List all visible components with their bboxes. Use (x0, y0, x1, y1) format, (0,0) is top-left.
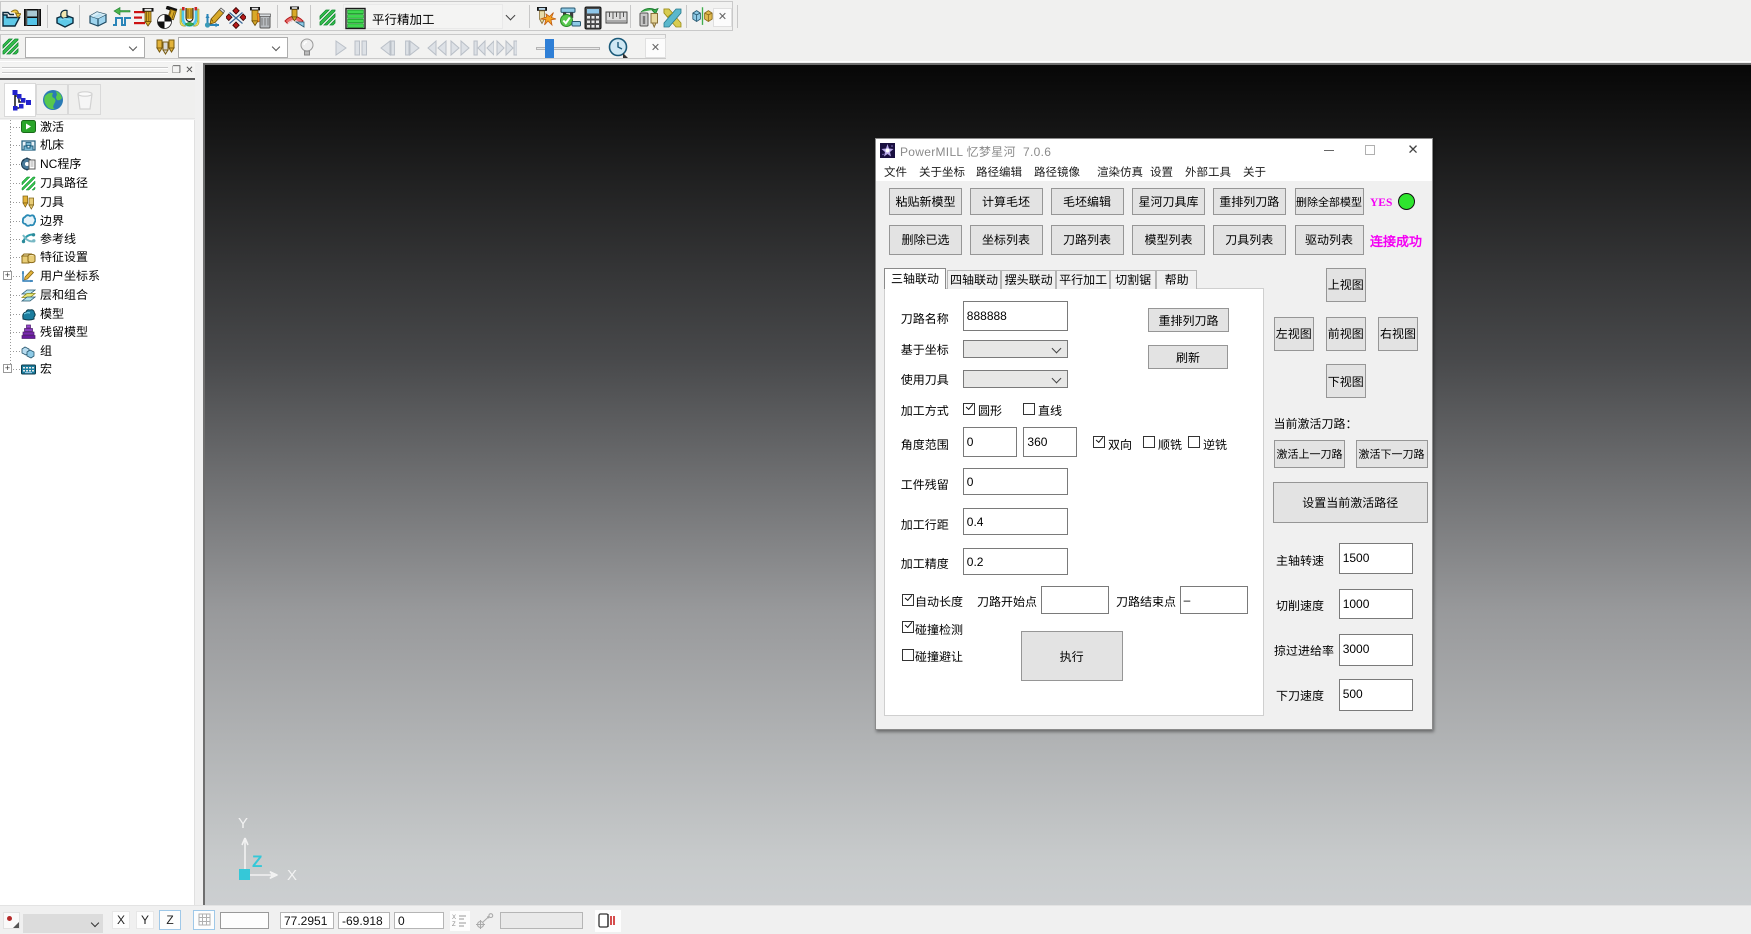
svg-text:Y: Y (238, 815, 248, 832)
svg-text:X: X (452, 915, 456, 921)
svg-text:Z: Z (452, 922, 456, 928)
svg-text:X: X (287, 867, 297, 884)
svg-text:Z: Z (252, 852, 262, 871)
